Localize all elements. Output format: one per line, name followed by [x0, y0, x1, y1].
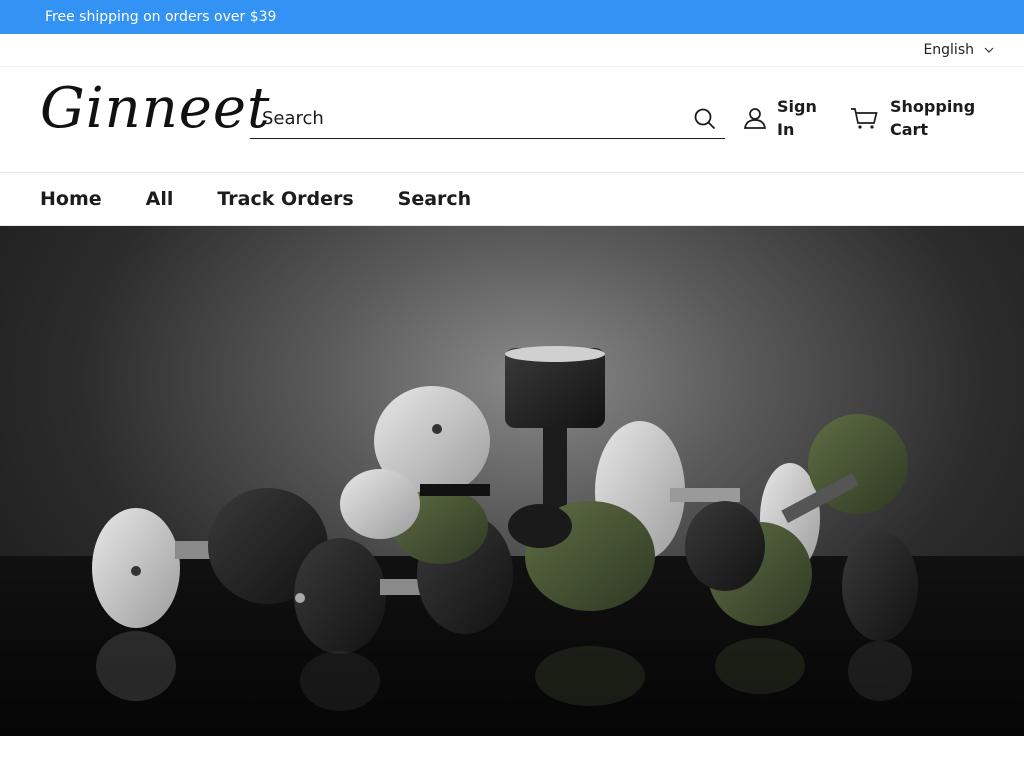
sign-in-label: Sign In — [777, 97, 817, 139]
utility-bar: English — [0, 34, 1024, 66]
language-selector[interactable]: English — [923, 42, 994, 58]
site-header: Ginneet Sign In Shopping Cart — [0, 66, 1024, 172]
hero-banner[interactable] — [0, 226, 1024, 736]
search-button[interactable] — [685, 99, 725, 139]
search-input[interactable] — [250, 108, 685, 129]
user-icon — [743, 108, 767, 129]
search-icon — [694, 108, 716, 129]
nav-item-search[interactable]: Search — [398, 188, 472, 210]
announcement-bar: Free shipping on orders over $39 — [0, 0, 1024, 34]
chevron-down-icon — [984, 47, 994, 53]
language-label: English — [923, 42, 974, 58]
hero-image-dumbbells — [0, 346, 1024, 736]
announcement-text: Free shipping on orders over $39 — [45, 9, 277, 25]
nav-item-track-orders[interactable]: Track Orders — [217, 188, 353, 210]
cart-link[interactable]: Shopping Cart — [850, 95, 985, 141]
logo[interactable]: Ginneet — [40, 81, 271, 137]
sign-in-link[interactable]: Sign In — [743, 95, 837, 141]
cart-icon — [851, 108, 878, 129]
nav-item-all[interactable]: All — [146, 188, 174, 210]
nav-item-home[interactable]: Home — [40, 188, 102, 210]
cart-label: Shopping Cart — [890, 97, 976, 139]
search-form — [250, 99, 725, 139]
main-nav: Home All Track Orders Search — [0, 172, 1024, 226]
